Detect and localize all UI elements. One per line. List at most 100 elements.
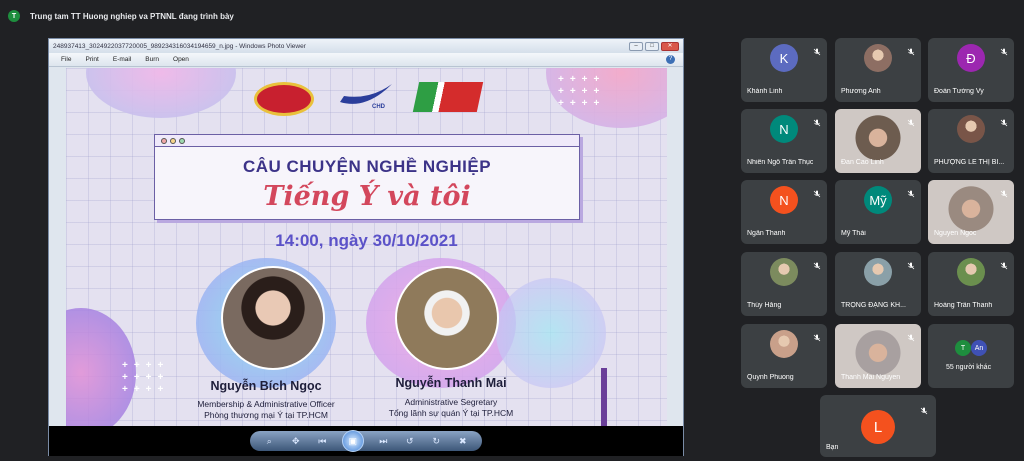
- participant-name: PHƯỢNG LÊ THỊ BÍ...: [934, 159, 1005, 166]
- participant-name: Đan Cao Linh: [841, 159, 884, 166]
- window-dot-icon: [170, 137, 176, 144]
- previous-icon[interactable]: ⏮: [315, 435, 329, 447]
- speaker-name: Nguyễn Bích Ngọc: [210, 379, 322, 393]
- mic-off-icon: [907, 43, 915, 56]
- zoom-icon[interactable]: ⌕: [262, 435, 276, 447]
- mic-off-icon: [813, 114, 821, 127]
- participant-tile[interactable]: Đan Cao Linh: [835, 109, 921, 173]
- speaker-name: Nguyễn Thanh Mai: [395, 376, 507, 390]
- participant-tile[interactable]: N Nhiên Ngô Trần Thục: [741, 109, 827, 173]
- viewer-controls: ⌕ ✥ ⏮ ▣ ⏭ ↺ ↻ ✖: [49, 426, 683, 456]
- event-datetime: 14:00, ngày 30/10/2021: [275, 231, 458, 250]
- mic-off-icon: [907, 114, 915, 127]
- logo-chd-text: CHD: [372, 104, 385, 110]
- participant-name: Mỹ Thái: [841, 230, 866, 237]
- help-icon[interactable]: ?: [666, 55, 675, 64]
- participant-photo: [770, 258, 798, 286]
- mic-off-icon: [813, 43, 821, 56]
- others-avatar: An: [971, 340, 987, 356]
- window-dot-icon: [179, 137, 185, 144]
- participant-photo: [957, 115, 985, 143]
- rotate-right-icon[interactable]: ↻: [429, 435, 443, 447]
- decor-stripe: [601, 368, 607, 426]
- presenter-avatar: T: [8, 10, 20, 22]
- participant-name: Đoàn Tường Vy: [934, 88, 984, 95]
- slideshow-button[interactable]: ▣: [341, 430, 364, 452]
- participant-name: TRỌNG ĐẶNG KH...: [841, 302, 906, 309]
- menu-print[interactable]: Print: [85, 56, 98, 63]
- others-avatar: T: [955, 340, 971, 356]
- participant-name: Thúy Hằng: [747, 302, 782, 309]
- mic-off-icon: [813, 185, 821, 198]
- participant-tile[interactable]: Quynh Phuong: [741, 324, 827, 388]
- viewer-menu: File Print E-mail Burn Open ?: [49, 53, 683, 67]
- menu-open[interactable]: Open: [173, 56, 189, 63]
- self-avatar: L: [861, 410, 895, 444]
- participant-photo: [864, 258, 892, 286]
- speaker-role: Administrative Segretary Tổng lãnh sự qu…: [388, 397, 514, 418]
- decor-blob: [86, 68, 236, 118]
- participant-name: Nguyen Ngoc: [934, 230, 977, 237]
- participant-name: Khánh Linh: [747, 88, 783, 95]
- participant-name: Ngân Thanh: [747, 230, 786, 237]
- maximize-button[interactable]: □: [645, 41, 659, 51]
- participant-avatar: N: [770, 186, 798, 214]
- participant-tile[interactable]: Phương Anh: [835, 38, 921, 102]
- participant-avatar: K: [770, 44, 798, 72]
- participant-tile[interactable]: N Ngân Thanh: [741, 180, 827, 244]
- mic-off-icon: [907, 185, 915, 198]
- viewer-titlebar[interactable]: 248937413_3024922037720005_9892343160341…: [49, 39, 683, 53]
- window-dot-icon: [161, 137, 167, 144]
- participant-name: Nhiên Ngô Trần Thục: [747, 159, 814, 166]
- participant-tile[interactable]: PHƯỢNG LÊ THỊ BÍ...: [928, 109, 1014, 173]
- participant-tile[interactable]: TRỌNG ĐẶNG KH...: [835, 252, 921, 316]
- mic-off-icon: [920, 402, 928, 415]
- delete-icon[interactable]: ✖: [456, 435, 470, 447]
- menu-email[interactable]: E-mail: [113, 56, 131, 63]
- next-icon[interactable]: ⏭: [376, 435, 390, 447]
- participant-name: Phương Anh: [841, 88, 881, 95]
- mic-off-icon: [1000, 43, 1008, 56]
- logo-itl: [412, 82, 484, 112]
- presenting-bar: T Trung tam TT Huong nghiep va PTNNL đan…: [0, 0, 1024, 32]
- minimize-button[interactable]: –: [629, 41, 643, 51]
- mic-off-icon: [907, 257, 915, 270]
- slide-headline: CÂU CHUYỆN NGHỀ NGHIỆP: [242, 157, 492, 176]
- close-button[interactable]: ✕: [661, 41, 679, 51]
- participant-tile[interactable]: Đ Đoàn Tường Vy: [928, 38, 1014, 102]
- menu-file[interactable]: File: [61, 56, 71, 63]
- mic-off-icon: [1000, 185, 1008, 198]
- decor-plus: ++++ ++++ ++++: [122, 360, 170, 395]
- participant-avatar: N: [770, 115, 798, 143]
- speaker-photo: [221, 266, 325, 370]
- mic-off-icon: [907, 329, 915, 342]
- participant-avatar: Mỹ: [864, 186, 892, 214]
- participant-name: Hoàng Trần Thanh: [934, 302, 993, 309]
- self-tile[interactable]: L Bạn: [820, 395, 936, 457]
- participant-tile[interactable]: K Khánh Linh: [741, 38, 827, 102]
- mic-off-icon: [813, 257, 821, 270]
- menu-burn[interactable]: Burn: [145, 56, 159, 63]
- participant-tile[interactable]: Hoàng Trần Thanh: [928, 252, 1014, 316]
- participant-tile[interactable]: Nguyen Ngoc: [928, 180, 1014, 244]
- participant-tile[interactable]: Thanh Mai Nguyen: [835, 324, 921, 388]
- viewer-title: 248937413_3024922037720005_9892343160341…: [53, 42, 306, 50]
- participant-name: Quynh Phuong: [747, 374, 794, 381]
- slide-subheadline: Tiếng Ý và tôi: [263, 181, 471, 212]
- title-card: CÂU CHUYỆN NGHỀ NGHIỆP Tiếng Ý và tôi: [154, 134, 580, 220]
- speaker-photo: [395, 266, 499, 370]
- participant-tile[interactable]: Mỹ Mỹ Thái: [835, 180, 921, 244]
- mic-off-icon: [1000, 257, 1008, 270]
- participant-name: Thanh Mai Nguyen: [841, 374, 901, 381]
- rotate-left-icon[interactable]: ↺: [403, 435, 417, 447]
- logo-chd: CHD: [336, 80, 396, 116]
- decor-blob: [496, 278, 606, 388]
- self-name: Bạn: [826, 444, 839, 451]
- photo-viewer-window: 248937413_3024922037720005_9892343160341…: [48, 38, 684, 456]
- others-tile[interactable]: T An 55 người khác: [928, 324, 1014, 388]
- actual-size-icon[interactable]: ✥: [289, 435, 303, 447]
- slide-image: ++++ ++++ ++++ ++++ ++++ ++++ CHD CÂU CHUYỆN…: [66, 68, 667, 426]
- decor-plus: ++++ ++++ ++++: [558, 74, 606, 109]
- participant-tile[interactable]: Thúy Hằng: [741, 252, 827, 316]
- participant-photo: [864, 44, 892, 72]
